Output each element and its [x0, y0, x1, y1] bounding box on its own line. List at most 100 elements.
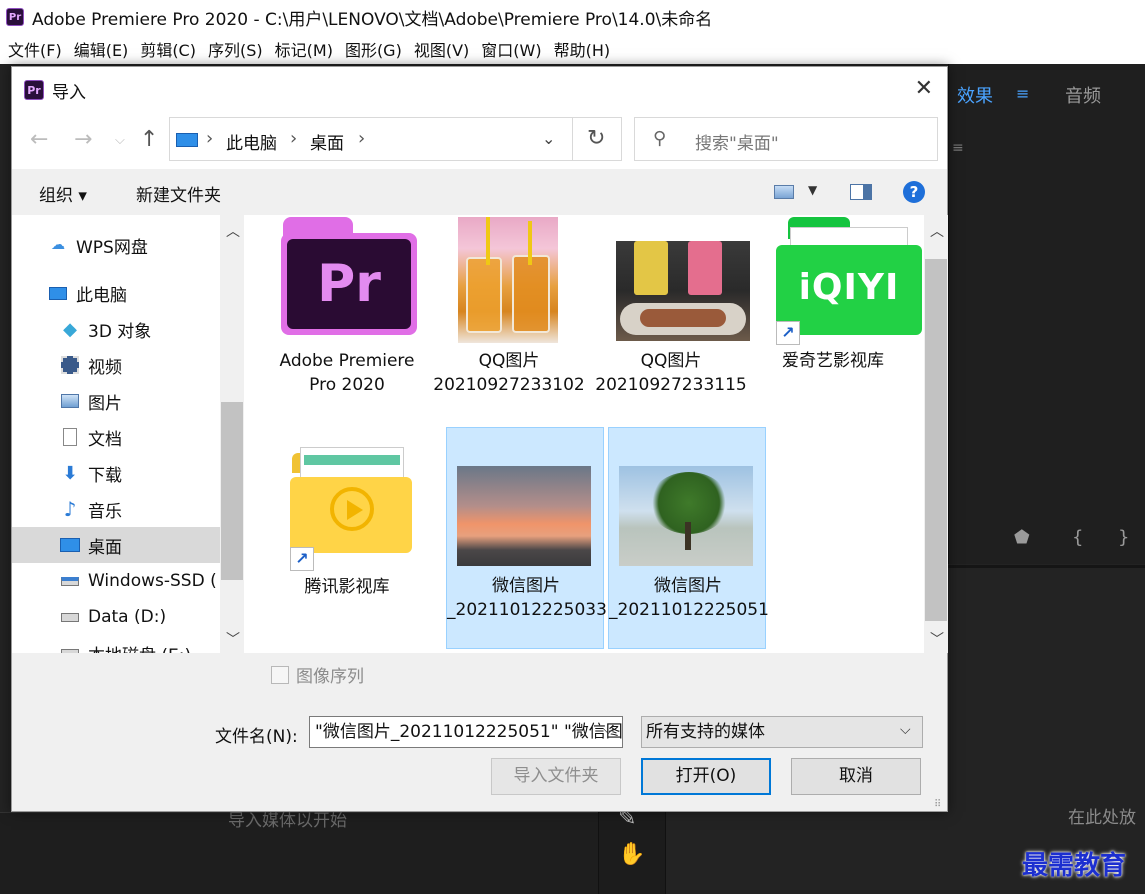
preview-pane-icon[interactable]	[850, 184, 872, 200]
menu-view[interactable]: 视图(V)	[408, 37, 475, 61]
chevron-right-icon[interactable]: ›	[358, 128, 365, 149]
scroll-up-icon[interactable]: ︿	[930, 221, 944, 241]
tab-effects[interactable]: 效果	[957, 82, 993, 108]
search-box[interactable]: ⚲ 搜索"桌面"	[634, 117, 938, 161]
tree-item-desktop[interactable]: 桌面	[12, 527, 220, 563]
tree-item-local-e[interactable]: 本地磁盘 (E:)	[12, 635, 220, 653]
chevron-right-icon[interactable]: ›	[206, 128, 213, 149]
document-icon	[60, 428, 80, 446]
navigation-pane: ☁ WPS网盘 此电脑 ◆ 3D 对象 视频 图片 文档 ⬇ 下载 ♪ 音乐 桌…	[12, 215, 220, 653]
menu-clip[interactable]: 剪辑(C)	[134, 37, 202, 61]
tree-item-windows-ssd[interactable]: Windows-SSD (	[12, 563, 220, 599]
menu-sequence[interactable]: 序列(S)	[202, 37, 269, 61]
file-type-select[interactable]: 所有支持的媒体	[641, 716, 923, 748]
hand-tool-icon[interactable]: ✋	[618, 842, 645, 867]
filename-label: 文件名(N):	[215, 727, 298, 747]
open-button[interactable]: 打开(O)	[641, 758, 771, 795]
forward-icon[interactable]: →	[74, 127, 92, 152]
image-sequence-option: 图像序列	[271, 662, 364, 687]
breadcrumb-desktop[interactable]: 桌面	[310, 129, 344, 154]
scroll-up-icon[interactable]: ︿	[226, 221, 240, 241]
scroll-down-icon[interactable]: ﹀	[226, 629, 240, 649]
recent-locations-icon[interactable]: ⌵	[115, 133, 125, 148]
file-name: 爱奇艺影视库	[782, 351, 884, 371]
cube-icon: ◆	[63, 318, 77, 340]
change-view-icon[interactable]	[774, 185, 794, 199]
organize-button[interactable]: 组织 ▾	[39, 181, 87, 206]
tree-item-wps[interactable]: ☁ WPS网盘	[12, 227, 220, 263]
menu-graphics[interactable]: 图形(G)	[339, 37, 408, 61]
computer-icon	[176, 133, 198, 147]
resize-grip-icon[interactable]: ⠿	[934, 799, 941, 810]
tree-item-music[interactable]: ♪ 音乐	[12, 491, 220, 527]
tree-item-label: 此电脑	[76, 285, 127, 306]
file-item[interactable]: ↗ 腾讯影视库	[268, 427, 426, 649]
picture-icon	[60, 392, 80, 410]
file-name: QQ图片20210927233102	[433, 351, 585, 395]
chevron-down-icon[interactable]: ⌵	[603, 722, 614, 738]
file-item-selected[interactable]: 微信图片_20211012225051	[608, 427, 769, 649]
in-point-icon[interactable]: {	[1072, 527, 1083, 548]
tree-item-label: 本地磁盘 (E:)	[88, 641, 191, 654]
chevron-down-icon[interactable]: ⌄	[542, 129, 555, 148]
search-input[interactable]: 搜索"桌面"	[695, 129, 779, 154]
out-point-icon[interactable]: }	[1118, 527, 1129, 548]
import-folder-button[interactable]: 导入文件夹	[491, 758, 621, 795]
menu-edit[interactable]: 编辑(E)	[68, 37, 135, 61]
file-name: 腾讯影视库	[304, 577, 390, 597]
chevron-right-icon[interactable]: ›	[290, 128, 297, 149]
dialog-title: 导入	[52, 82, 86, 103]
premiere-logo-icon: Pr	[6, 8, 24, 26]
breadcrumb-this-pc[interactable]: 此电脑	[226, 129, 277, 154]
menu-bar: 文件(F) 编辑(E) 剪辑(C) 序列(S) 标记(M) 图形(G) 视图(V…	[0, 34, 1145, 64]
up-folder-icon[interactable]: ↑	[140, 127, 158, 152]
panel-menu-icon[interactable]: ≡	[1016, 84, 1029, 103]
tree-item-3d-objects[interactable]: ◆ 3D 对象	[12, 311, 220, 347]
cancel-button[interactable]: 取消	[791, 758, 921, 795]
menu-window[interactable]: 窗口(W)	[475, 37, 547, 61]
panel-menu-icon[interactable]: ≡	[952, 140, 964, 156]
shortcut-arrow-icon: ↗	[776, 321, 800, 345]
tree-item-data-d[interactable]: Data (D:)	[12, 599, 220, 635]
tab-audio[interactable]: 音频	[1065, 82, 1101, 108]
file-item[interactable]: iQIYI ↗ 爱奇艺影视库	[754, 215, 922, 437]
drop-here-hint: 在此处放	[1068, 808, 1136, 828]
app-titlebar: Pr Adobe Premiere Pro 2020 - C:\用户\LENOV…	[0, 0, 1145, 34]
tree-item-this-pc[interactable]: 此电脑	[12, 275, 220, 311]
address-bar[interactable]: › 此电脑 › 桌面 › ⌄	[169, 117, 621, 161]
file-list-scrollbar-thumb[interactable]	[925, 259, 947, 621]
premiere-logo-icon: Pr	[24, 80, 44, 100]
close-icon[interactable]: ✕	[915, 77, 933, 101]
new-folder-button[interactable]: 新建文件夹	[136, 181, 221, 206]
help-icon[interactable]: ?	[903, 181, 925, 203]
menu-markers[interactable]: 标记(M)	[269, 37, 339, 61]
file-item[interactable]: QQ图片20210927233115	[592, 215, 750, 437]
download-icon: ⬇	[62, 462, 78, 484]
menu-help[interactable]: 帮助(H)	[548, 37, 617, 61]
tree-item-downloads[interactable]: ⬇ 下载	[12, 455, 220, 491]
tree-item-label: 桌面	[88, 537, 122, 558]
file-item-selected[interactable]: 微信图片_20211012225033	[446, 427, 607, 649]
image-sequence-checkbox[interactable]	[271, 665, 289, 684]
image-thumbnail	[457, 466, 591, 566]
navigation-scrollbar-thumb[interactable]	[221, 402, 243, 580]
tree-item-videos[interactable]: 视频	[12, 347, 220, 383]
menu-file[interactable]: 文件(F)	[2, 37, 68, 61]
tree-item-documents[interactable]: 文档	[12, 419, 220, 455]
scroll-down-icon[interactable]: ﹀	[930, 629, 944, 649]
refresh-button[interactable]: ↻	[572, 117, 622, 161]
filename-input[interactable]: "微信图片_20211012225051" "微信图片_202110122250…	[309, 716, 623, 748]
file-item[interactable]: Pr Adobe Premiere Pro 2020	[268, 215, 426, 437]
file-item[interactable]: QQ图片20210927233102	[430, 215, 588, 437]
tencent-folder-icon	[290, 447, 412, 553]
file-name: Adobe Premiere Pro 2020	[279, 351, 415, 395]
panel-divider	[948, 565, 1145, 568]
desktop-icon	[60, 536, 80, 554]
back-icon[interactable]: ←	[30, 127, 48, 152]
tree-item-pictures[interactable]: 图片	[12, 383, 220, 419]
file-list: Pr Adobe Premiere Pro 2020 QQ图片202109272…	[244, 215, 924, 653]
file-name: 微信图片_20211012225051	[609, 576, 769, 620]
caret-down-icon[interactable]: ▼	[808, 183, 817, 197]
marker-icon[interactable]: ⬟	[1014, 527, 1030, 548]
chevron-down-icon[interactable]: ⌵	[900, 722, 911, 738]
